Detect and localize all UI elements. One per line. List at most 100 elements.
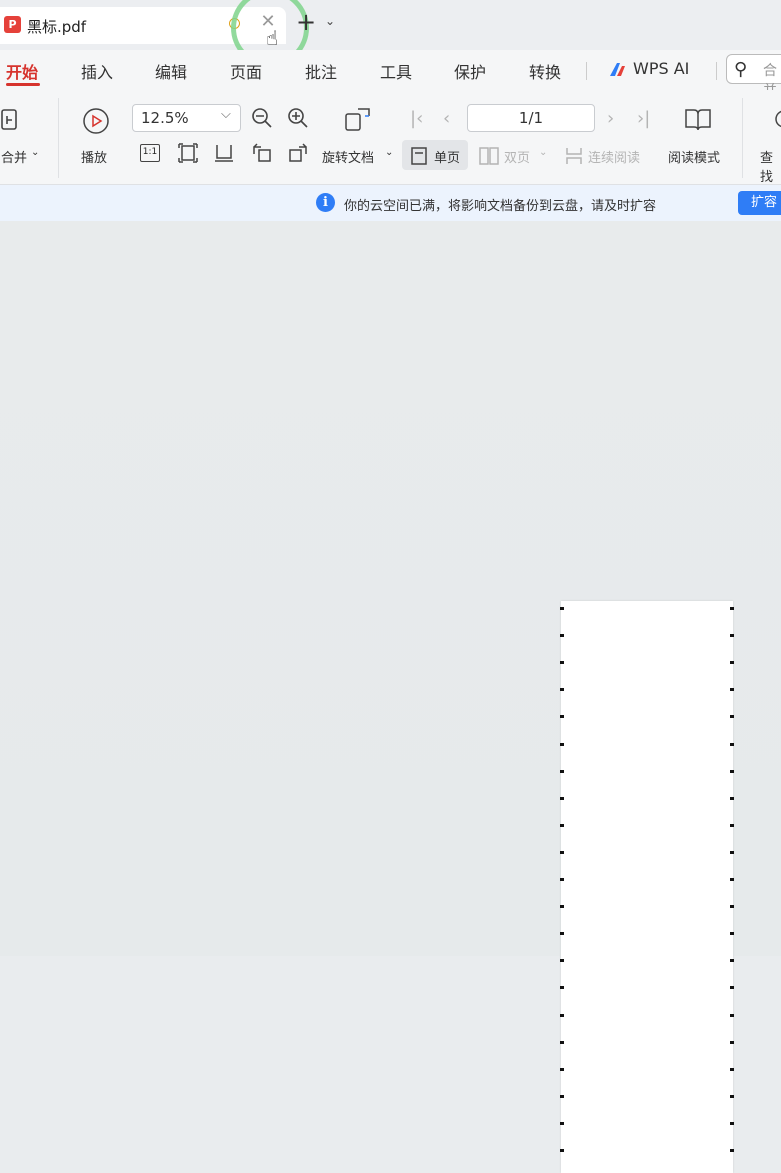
menu-wps-ai[interactable]: WPS AI bbox=[633, 59, 689, 78]
menu-insert[interactable]: 插入 bbox=[81, 59, 113, 83]
document-canvas[interactable] bbox=[0, 221, 781, 1173]
active-menu-underline bbox=[6, 83, 40, 86]
page-edge-mark bbox=[730, 1067, 734, 1071]
next-page-icon[interactable]: › bbox=[607, 108, 614, 129]
page-edge-mark bbox=[560, 905, 564, 909]
page-edge-mark bbox=[730, 959, 734, 963]
double-page-icon[interactable] bbox=[479, 146, 499, 166]
continuous-reading-label[interactable]: 连续阅读 bbox=[588, 147, 640, 166]
expand-storage-button[interactable]: 扩容 bbox=[738, 191, 781, 215]
page-edge-mark bbox=[730, 715, 734, 719]
menu-divider bbox=[586, 62, 587, 80]
page-edge-mark bbox=[730, 878, 734, 881]
page-edge-mark bbox=[730, 742, 734, 746]
continuous-reading-icon[interactable] bbox=[564, 146, 584, 166]
page-edge-mark bbox=[560, 878, 564, 881]
find-icon[interactable] bbox=[772, 108, 781, 132]
page-edge-mark bbox=[560, 634, 564, 638]
zoom-value: 12.5% bbox=[141, 109, 189, 127]
play-label[interactable]: 播放 bbox=[81, 147, 107, 166]
actual-size-icon[interactable]: 1:1 bbox=[140, 144, 160, 162]
page-edge-mark bbox=[730, 1040, 734, 1044]
page-edge-mark bbox=[730, 932, 734, 936]
merge-label[interactable]: 合并 bbox=[1, 147, 27, 166]
chevron-down-icon[interactable]: ⌵ bbox=[221, 107, 231, 122]
fit-page-icon[interactable] bbox=[177, 142, 199, 164]
page-edge-mark bbox=[730, 905, 734, 909]
new-tab-menu-icon[interactable]: ⌄ bbox=[325, 14, 335, 28]
fit-width-icon[interactable] bbox=[213, 142, 235, 164]
page-edge-mark bbox=[560, 1121, 564, 1125]
page-edge-mark bbox=[560, 1067, 564, 1071]
page-edge-mark bbox=[730, 1094, 734, 1098]
page-number-value: 1/1 bbox=[518, 109, 544, 127]
first-page-icon[interactable]: |‹ bbox=[410, 108, 423, 129]
toolbar-divider bbox=[742, 98, 743, 178]
page-edge-mark bbox=[560, 742, 564, 746]
page-edge-mark bbox=[730, 1013, 734, 1017]
chevron-down-icon[interactable]: ⌄ bbox=[31, 147, 39, 158]
page-edge-mark bbox=[560, 661, 564, 665]
page-edge-mark bbox=[560, 1094, 564, 1098]
page-edge-mark bbox=[560, 715, 564, 719]
menu-protect[interactable]: 保护 bbox=[454, 59, 486, 83]
previous-page-icon[interactable]: ‹ bbox=[443, 108, 450, 129]
search-icon: ⚲ bbox=[734, 59, 748, 80]
tab-title: 黑标.pdf bbox=[27, 18, 87, 36]
page-edge-mark bbox=[560, 932, 564, 936]
merge-icon[interactable] bbox=[0, 108, 20, 132]
pdf-icon: P bbox=[4, 16, 21, 33]
page-edge-mark bbox=[560, 1013, 564, 1017]
wps-ai-icon bbox=[610, 63, 625, 76]
new-tab-button[interactable]: + bbox=[296, 10, 316, 34]
toolbar-divider bbox=[58, 98, 59, 178]
info-icon: i bbox=[316, 193, 335, 212]
cloud-storage-notice: i 你的云空间已满，将影响文档备份到云盘，请及时扩容 扩容 bbox=[0, 185, 781, 221]
play-icon[interactable] bbox=[82, 107, 110, 135]
page-edge-mark bbox=[560, 769, 564, 773]
rotate-right-icon[interactable] bbox=[287, 142, 309, 164]
page-edge-mark bbox=[730, 850, 734, 854]
page-edge-mark bbox=[560, 796, 564, 800]
find-label[interactable]: 查找 bbox=[760, 147, 781, 185]
chevron-down-icon[interactable]: ⌄ bbox=[385, 147, 393, 158]
menu-tools[interactable]: 工具 bbox=[380, 59, 412, 83]
page-edge-mark bbox=[560, 1149, 564, 1152]
reading-mode-label[interactable]: 阅读模式 bbox=[668, 147, 720, 166]
last-page-icon[interactable]: ›| bbox=[637, 108, 650, 129]
menu-edit[interactable]: 编辑 bbox=[155, 59, 187, 83]
page-edge-mark bbox=[560, 850, 564, 854]
page-edge-mark bbox=[730, 986, 734, 990]
page-edge-mark bbox=[560, 959, 564, 963]
page-edge-mark bbox=[560, 607, 564, 610]
double-page-label[interactable]: 双页 bbox=[504, 147, 530, 166]
reading-mode-icon[interactable] bbox=[684, 106, 712, 132]
page-edge-mark bbox=[730, 1149, 734, 1152]
page-edge-mark bbox=[730, 661, 734, 665]
menu-home[interactable]: 开始 bbox=[6, 59, 38, 83]
zoom-in-icon[interactable] bbox=[287, 107, 309, 129]
hand-cursor-icon: ☝ bbox=[266, 26, 279, 50]
page-edge-mark bbox=[560, 1040, 564, 1044]
page-edge-mark bbox=[560, 986, 564, 990]
chevron-down-icon[interactable]: ⌄ bbox=[539, 147, 547, 158]
tab-bar: P 黑标.pdf ✕ ☝ + ⌄ bbox=[0, 0, 781, 67]
page-edge-mark bbox=[730, 607, 734, 610]
rotate-document-label[interactable]: 旋转文档 bbox=[322, 147, 374, 166]
rotate-left-icon[interactable] bbox=[251, 142, 273, 164]
zoom-out-icon[interactable] bbox=[251, 107, 273, 129]
page-edge-mark bbox=[730, 1121, 734, 1125]
notice-text: 你的云空间已满，将影响文档备份到云盘，请及时扩容 bbox=[344, 199, 657, 214]
page-edge-mark bbox=[730, 823, 734, 827]
pdf-page bbox=[560, 601, 734, 1173]
menu-page[interactable]: 页面 bbox=[230, 59, 262, 83]
menu-convert[interactable]: 转换 bbox=[529, 59, 561, 83]
ribbon-toolbar: 合并 ⌄ 播放 12.5% ⌵ 1:1 旋转文档 ⌄ 单页 双页 ⌄ 连续阅读 … bbox=[0, 90, 781, 185]
page-edge-mark bbox=[730, 796, 734, 800]
page-edge-mark bbox=[560, 823, 564, 827]
menu-bar: 开始 插入 编辑 页面 批注 工具 保护 转换 WPS AI ⚲ 合并 bbox=[0, 50, 781, 99]
single-page-label: 单页 bbox=[434, 151, 461, 166]
rotate-document-icon[interactable] bbox=[344, 106, 372, 132]
menu-divider bbox=[716, 62, 717, 80]
menu-annotate[interactable]: 批注 bbox=[305, 59, 337, 83]
